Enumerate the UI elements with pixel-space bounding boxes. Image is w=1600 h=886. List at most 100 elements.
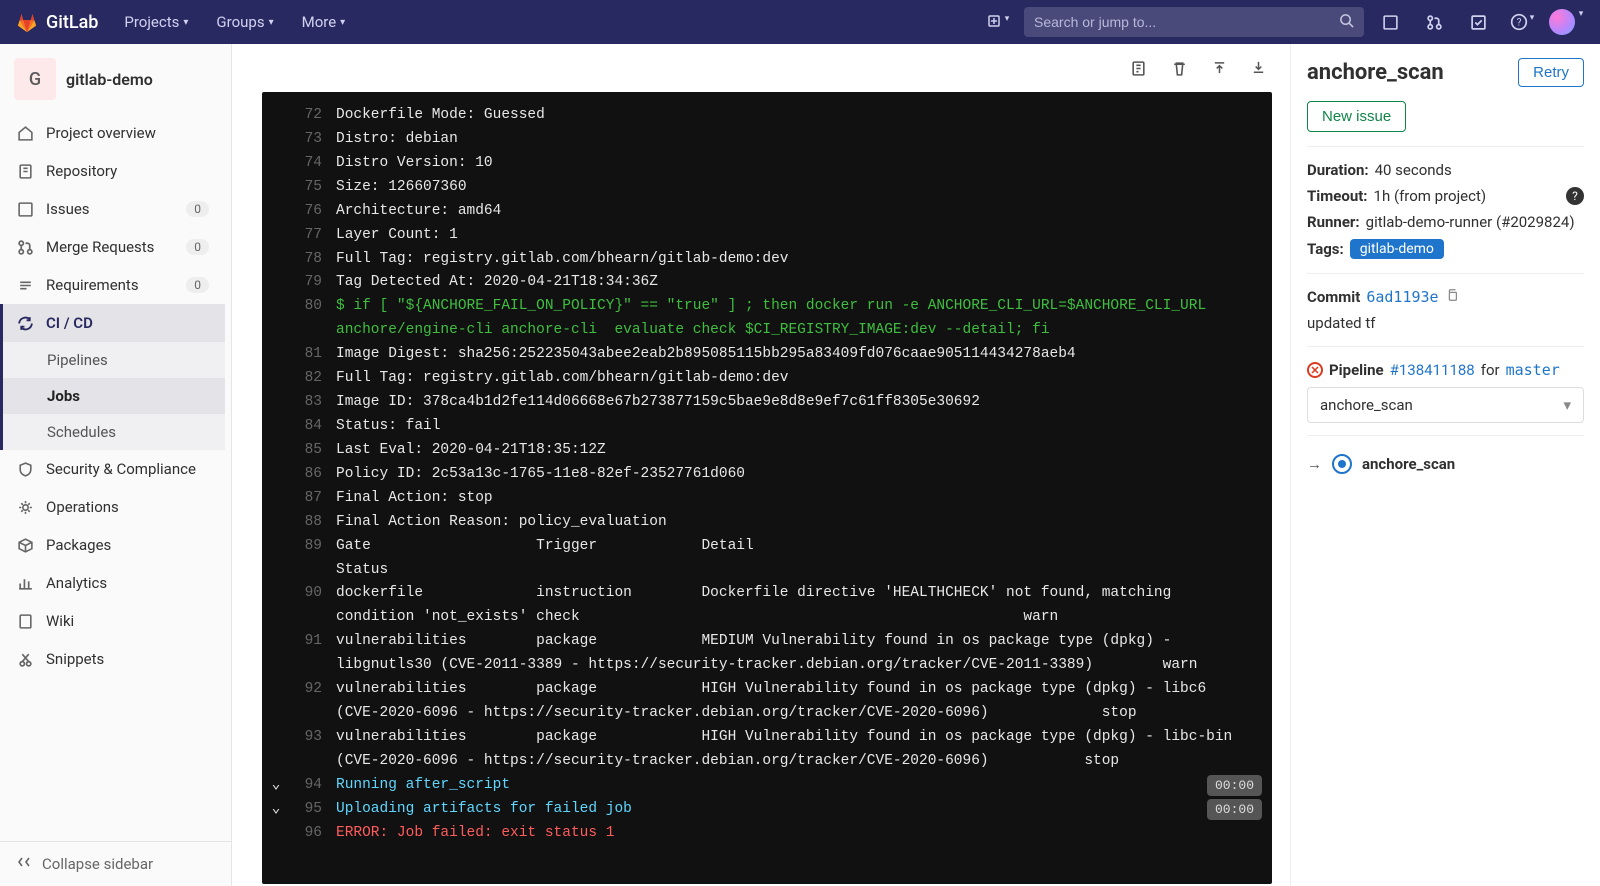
branch-link[interactable]: master	[1506, 361, 1560, 379]
issues-icon[interactable]	[1372, 14, 1408, 31]
collapse-sidebar[interactable]: Collapse sidebar	[0, 841, 231, 886]
log-line: 92vulnerabilities package HIGH Vulnerabi…	[262, 678, 1272, 726]
sidebar-item-repository[interactable]: Repository	[0, 152, 225, 190]
arrow-right-icon: →	[1307, 455, 1322, 473]
log-line: 73Distro: debian	[262, 128, 1272, 152]
merge-requests-icon[interactable]	[1416, 14, 1452, 31]
erase-log-icon[interactable]	[1171, 60, 1188, 82]
sidebar-item-security-compliance[interactable]: Security & Compliance	[0, 450, 225, 488]
log-line: 78Full Tag: registry.gitlab.com/bhearn/g…	[262, 248, 1272, 272]
copy-icon[interactable]	[1445, 288, 1459, 306]
show-raw-icon[interactable]	[1130, 60, 1147, 82]
commit-message: updated tf	[1307, 314, 1584, 332]
job-title: anchore_scan	[1307, 60, 1444, 85]
runner-line: Runner: gitlab-demo-runner (#2029824)	[1307, 213, 1584, 231]
new-issue-button[interactable]: New issue	[1307, 101, 1406, 132]
wiki-icon	[16, 613, 34, 630]
log-line: 72Dockerfile Mode: Guessed	[262, 104, 1272, 128]
sidebar-item-ci-cd[interactable]: CI / CD	[0, 304, 225, 342]
ops-icon	[16, 499, 34, 516]
tag-pill[interactable]: gitlab-demo	[1350, 239, 1444, 259]
log-line: 80$ if [ "${ANCHORE_FAIL_ON_POLICY}" == …	[262, 295, 1272, 343]
timeout-line: Timeout: 1h (from project) ?	[1307, 187, 1584, 205]
log-line: ⌄94Running after_script00:00	[262, 774, 1272, 798]
pipeline-link[interactable]: #138411188	[1390, 361, 1475, 379]
snippets-icon	[16, 651, 34, 668]
duration-line: Duration: 40 seconds	[1307, 161, 1584, 179]
log-line: ⌄95Uploading artifacts for failed job00:…	[262, 798, 1272, 822]
log-line: 90dockerfile instruction Dockerfile dire…	[262, 582, 1272, 630]
log-line: 81Image Digest: sha256:252235043abee2eab…	[262, 343, 1272, 367]
log-line: 86Policy ID: 2c53a13c-1765-11e8-82ef-235…	[262, 463, 1272, 487]
todos-icon[interactable]	[1460, 14, 1496, 31]
repo-icon	[16, 163, 34, 180]
collapse-icon[interactable]: ⌄	[262, 774, 290, 798]
retry-button[interactable]: Retry	[1518, 58, 1584, 87]
stage-job-row[interactable]: → anchore_scan	[1307, 448, 1584, 474]
log-line: 85Last Eval: 2020-04-21T18:35:12Z	[262, 439, 1272, 463]
shield-icon	[16, 461, 34, 478]
count-badge: 0	[186, 239, 209, 255]
log-line: 79Tag Detected At: 2020-04-21T18:34:36Z	[262, 271, 1272, 295]
create-new-dropdown[interactable]: ▾	[980, 14, 1016, 30]
log-line: 93vulnerabilities package HIGH Vulnerabi…	[262, 726, 1272, 774]
collapse-icon[interactable]: ⌄	[262, 798, 290, 822]
help-icon[interactable]: ?	[1566, 187, 1584, 205]
chevron-down-icon: ▾	[1579, 9, 1584, 35]
count-badge: 0	[186, 277, 209, 293]
project-name: gitlab-demo	[66, 70, 153, 89]
sidebar-subitem-schedules[interactable]: Schedules	[3, 414, 225, 450]
search-input[interactable]	[1034, 14, 1331, 30]
sidebar-item-requirements[interactable]: Requirements0	[0, 266, 225, 304]
analytics-icon	[16, 575, 34, 592]
merge-icon	[16, 239, 34, 256]
home-icon	[16, 125, 34, 142]
cicd-icon	[16, 315, 34, 332]
log-line: 77Layer Count: 1	[262, 224, 1272, 248]
sidebar-subitem-jobs[interactable]: Jobs	[3, 378, 225, 414]
log-line: 75Size: 126607360	[262, 176, 1272, 200]
job-log[interactable]: 72Dockerfile Mode: Guessed73Distro: debi…	[262, 92, 1272, 884]
job-details-panel: anchore_scan Retry New issue Duration: 4…	[1290, 44, 1600, 886]
log-line: 91vulnerabilities package MEDIUM Vulnera…	[262, 630, 1272, 678]
nav-more[interactable]: More▾	[292, 7, 356, 37]
sidebar-subitem-pipelines[interactable]: Pipelines	[3, 342, 225, 378]
chevron-down-icon: ▾	[340, 17, 345, 28]
job-status-icon	[1332, 454, 1352, 474]
commit-link[interactable]: 6ad1193e	[1366, 288, 1438, 306]
req-icon	[16, 277, 34, 294]
sidebar-item-packages[interactable]: Packages	[0, 526, 225, 564]
log-line: 82Full Tag: registry.gitlab.com/bhearn/g…	[262, 367, 1272, 391]
top-navbar: GitLab Projects▾ Groups▾ More▾ ▾ ?▾ ▾	[0, 0, 1600, 44]
gitlab-logo[interactable]: GitLab	[16, 11, 98, 33]
log-line: 89Gate Trigger Detail Status	[262, 535, 1272, 583]
help-icon[interactable]: ?▾	[1504, 13, 1540, 31]
log-toolbar	[262, 56, 1272, 92]
project-header[interactable]: G gitlab-demo	[0, 44, 231, 114]
chevron-down-icon: ▾	[1563, 396, 1571, 414]
project-avatar: G	[14, 58, 56, 100]
sidebar-item-operations[interactable]: Operations	[0, 488, 225, 526]
nav-projects[interactable]: Projects▾	[114, 7, 198, 37]
stage-dropdown[interactable]: anchore_scan ▾	[1307, 387, 1584, 423]
sidebar-item-issues[interactable]: Issues0	[0, 190, 225, 228]
commit-line: Commit 6ad1193e	[1307, 288, 1584, 306]
sidebar: G gitlab-demo Project overviewRepository…	[0, 44, 232, 886]
log-line: 83Image ID: 378ca4b1d2fe114d06668e67b273…	[262, 391, 1272, 415]
search-box[interactable]	[1024, 7, 1364, 37]
sidebar-item-merge-requests[interactable]: Merge Requests0	[0, 228, 225, 266]
sidebar-item-snippets[interactable]: Snippets	[0, 640, 225, 678]
log-line: 87Final Action: stop	[262, 487, 1272, 511]
sidebar-item-wiki[interactable]: Wiki	[0, 602, 225, 640]
svg-text:?: ?	[1516, 17, 1521, 28]
scroll-bottom-icon[interactable]	[1251, 60, 1266, 82]
sidebar-item-project-overview[interactable]: Project overview	[0, 114, 225, 152]
sidebar-item-analytics[interactable]: Analytics	[0, 564, 225, 602]
nav-groups[interactable]: Groups▾	[206, 7, 283, 37]
log-line: 96ERROR: Job failed: exit status 1	[262, 822, 1272, 846]
section-duration: 00:00	[1207, 799, 1262, 820]
pipeline-failed-icon: ✕	[1307, 362, 1323, 378]
section-duration: 00:00	[1207, 775, 1262, 796]
user-avatar[interactable]: ▾	[1548, 9, 1584, 35]
scroll-top-icon[interactable]	[1212, 60, 1227, 82]
